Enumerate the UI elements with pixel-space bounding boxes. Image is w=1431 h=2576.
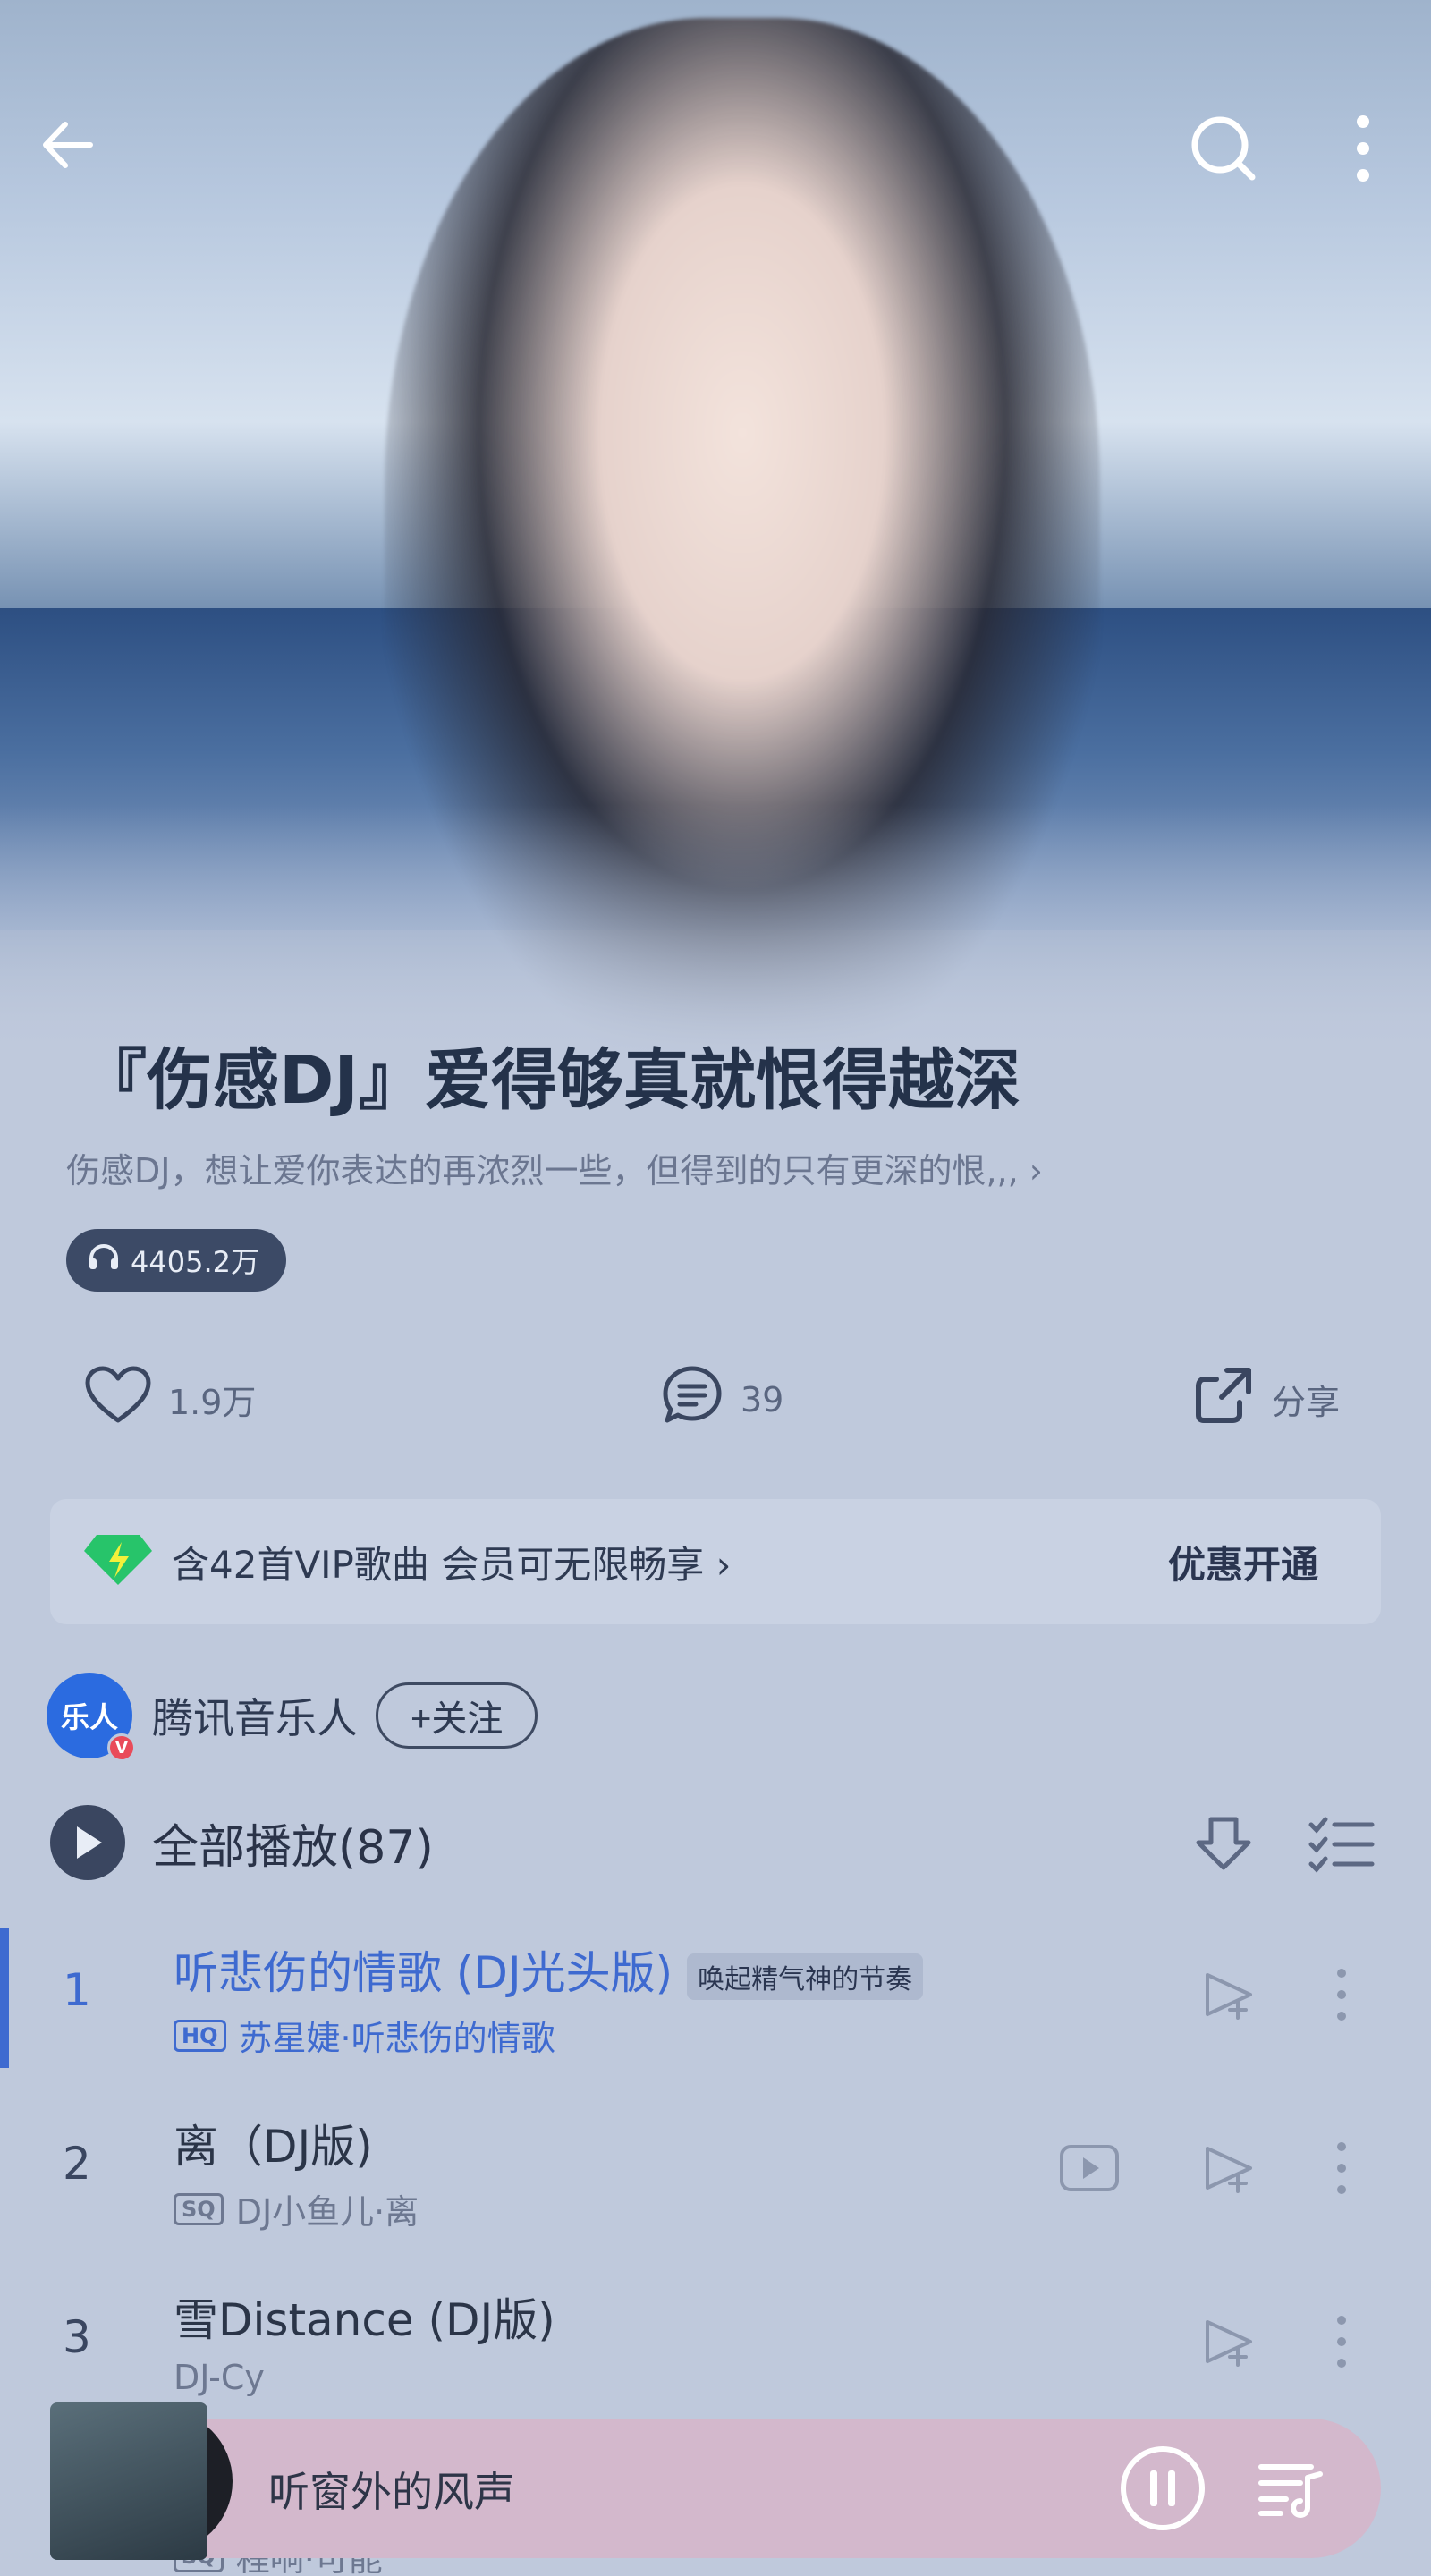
song-artist: DJ-Cy: [174, 2358, 265, 2397]
vip-banner[interactable]: 含42首VIP歌曲 会员可无限畅享 › 优惠开通: [50, 1499, 1381, 1624]
play-all-row: 全部播放(87): [50, 1798, 1383, 1887]
avatar-text: 乐人: [60, 1700, 118, 1734]
song-title: 离（DJ版): [174, 2121, 373, 2173]
comment-button[interactable]: 39: [660, 1363, 783, 1436]
playlist-description[interactable]: 伤感DJ，想让爱你表达的再浓烈一些，但得到的只有更深的恨,,, ›: [66, 1143, 1175, 1192]
song-subtitle-line: DJ-Cy: [174, 2358, 265, 2397]
download-icon[interactable]: [1188, 1807, 1259, 1882]
more-options-icon[interactable]: [1306, 2306, 1377, 2377]
headphones-icon: [88, 1242, 120, 1278]
cover-fade: [0, 805, 1431, 1055]
share-icon: [1191, 1363, 1256, 1436]
song-row[interactable]: 1 听悲伤的情歌 (DJ光头版) 唤起精气神的节奏 HQ 苏星婕·听悲伤的情歌: [0, 1914, 1431, 2084]
pause-button[interactable]: [1118, 2444, 1207, 2533]
play-all-button[interactable]: [50, 1805, 125, 1880]
vip-diamond-icon: [82, 1533, 154, 1590]
song-artist: DJ小鱼儿·离: [235, 2192, 419, 2232]
song-subtitle-line: SQ DJ小鱼儿·离: [174, 2184, 419, 2233]
song-artist: 苏星婕·听悲伤的情歌: [238, 2019, 555, 2058]
heart-icon: [84, 1365, 152, 1434]
song-title: 雪Distance (DJ版): [174, 2294, 555, 2346]
like-button[interactable]: 1.9万: [84, 1365, 256, 1434]
song-title: 听悲伤的情歌 (DJ光头版): [174, 1947, 673, 1999]
vip-banner-text: 含42首VIP歌曲 会员可无限畅享 ›: [172, 1542, 732, 1587]
comment-count: 39: [741, 1379, 784, 1419]
share-label: 分享: [1272, 1383, 1341, 1422]
follow-button[interactable]: +关注: [376, 1682, 538, 1749]
like-count: 1.9万: [168, 1383, 257, 1422]
song-row[interactable]: 3 雪Distance (DJ版) DJ-Cy: [0, 2261, 1431, 2431]
multi-select-icon[interactable]: [1306, 1807, 1377, 1882]
add-to-playlist-icon[interactable]: [1193, 2306, 1265, 2377]
vip-open-button[interactable]: 优惠开通: [1168, 1535, 1318, 1589]
play-count-badge: 4405.2万: [66, 1229, 286, 1292]
back-icon[interactable]: [32, 109, 104, 181]
add-to-playlist-icon[interactable]: [1193, 1959, 1265, 2030]
song-subtitle-line: HQ 苏星婕·听悲伤的情歌: [174, 2011, 555, 2060]
playlist-queue-icon[interactable]: [1247, 2444, 1336, 2533]
play-all-label[interactable]: 全部播放(87): [152, 1809, 434, 1877]
search-icon[interactable]: [1188, 113, 1259, 184]
creator-row: 乐人 V 腾讯音乐人 +关注: [47, 1671, 1388, 1762]
share-button[interactable]: 分享: [1191, 1363, 1340, 1436]
play-count-text: 4405.2万: [131, 1245, 259, 1279]
mini-player-title[interactable]: 听窗外的风声: [268, 2460, 515, 2519]
song-number: 1: [63, 1964, 91, 2016]
song-row[interactable]: 2 离（DJ版) SQ DJ小鱼儿·离: [0, 2088, 1431, 2258]
add-to-playlist-icon[interactable]: [1193, 2132, 1265, 2204]
song-number: 3: [63, 2311, 91, 2363]
more-icon[interactable]: [1327, 113, 1399, 184]
song-title-line: 听悲伤的情歌 (DJ光头版) 唤起精气神的节奏: [174, 1937, 924, 2002]
creator-name[interactable]: 腾讯音乐人: [152, 1686, 358, 1745]
verified-badge: V: [107, 1733, 136, 1762]
playlist-title: 『伤感DJ』爱得够真就恨得越深: [80, 1042, 1020, 1119]
more-options-icon[interactable]: [1306, 2132, 1377, 2204]
comment-icon: [660, 1363, 724, 1436]
creator-avatar[interactable]: 乐人 V: [47, 1673, 136, 1762]
quality-badge: SQ: [174, 2192, 224, 2225]
more-options-icon[interactable]: [1306, 1959, 1377, 2030]
action-row: 1.9万 39 分享: [0, 1351, 1431, 1440]
quality-badge: HQ: [174, 2019, 226, 2052]
mini-player-cover[interactable]: [50, 2402, 207, 2560]
song-number: 2: [63, 2138, 91, 2190]
song-tag: 唤起精气神的节奏: [687, 1953, 924, 2000]
music-video-icon[interactable]: [1054, 2132, 1125, 2204]
